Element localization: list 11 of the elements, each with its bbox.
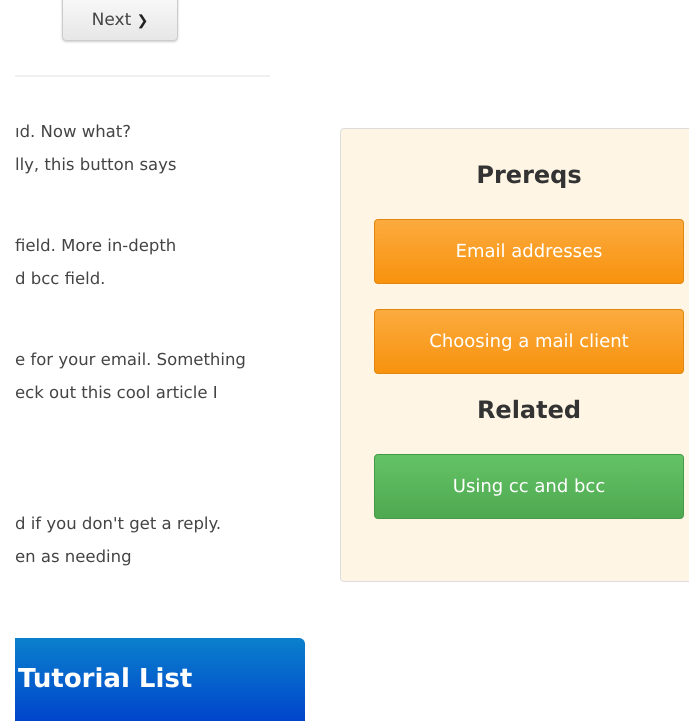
tutorial-link-button[interactable]: Choosing a mail client <box>374 309 684 374</box>
paragraph: e for your email. Something eck out this cool article I <box>15 349 247 404</box>
tutorial-list-header[interactable]: Tutorial List <box>15 638 305 721</box>
paragraph: field. More in-depth d bcc field. <box>15 235 178 290</box>
paragraph: d if you don't get a reply. en as needing <box>15 513 222 568</box>
paragraph: ıd. Now what? lly, this button says <box>15 121 178 176</box>
tutorial-link-button[interactable]: Email addresses <box>374 219 684 284</box>
section-heading: Related <box>476 396 582 424</box>
next-button[interactable]: Next ❯ <box>62 0 178 41</box>
tutorial-link-button[interactable]: Using cc and bcc <box>374 454 684 519</box>
section-heading: Prereqs <box>475 161 583 189</box>
